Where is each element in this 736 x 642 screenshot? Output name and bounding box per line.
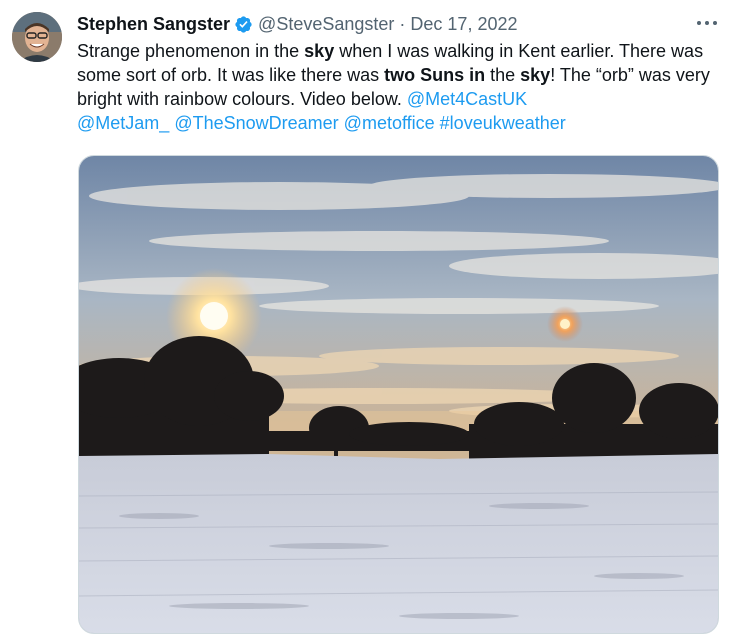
tweet: Stephen Sangster @SteveSangster · Dec 17… bbox=[0, 0, 736, 642]
highlight-sky: sky bbox=[520, 65, 551, 85]
more-options-icon bbox=[697, 21, 717, 25]
mention-metjam[interactable]: @MetJam_ bbox=[77, 113, 169, 133]
tweet-header: Stephen Sangster @SteveSangster · Dec 17… bbox=[77, 13, 517, 35]
highlight-two-suns-in: two Suns in bbox=[384, 65, 486, 85]
author-name[interactable]: Stephen Sangster bbox=[77, 14, 230, 35]
mention-met4castuk[interactable]: @Met4CastUK bbox=[407, 89, 527, 109]
verified-badge-icon[interactable] bbox=[234, 15, 253, 34]
author-handle[interactable]: @SteveSangster bbox=[258, 14, 394, 35]
tweet-date[interactable]: Dec 17, 2022 bbox=[410, 14, 517, 35]
hashtag-loveukweather[interactable]: #loveukweather bbox=[440, 113, 566, 133]
snowy-field-sky-photo bbox=[79, 156, 718, 633]
highlight-sky: sky bbox=[304, 41, 335, 61]
tweet-media[interactable] bbox=[78, 155, 719, 634]
tweet-text: Strange phenomenon in the sky when I was… bbox=[77, 39, 727, 135]
avatar[interactable] bbox=[12, 12, 62, 62]
tweet-text-part: the bbox=[485, 65, 521, 85]
tweet-text-part: Strange phenomenon in the bbox=[77, 41, 305, 61]
mention-thesnowdreamer[interactable]: @TheSnowDreamer bbox=[174, 113, 338, 133]
more-options-button[interactable] bbox=[694, 12, 720, 34]
separator-dot: · bbox=[399, 13, 406, 34]
avatar-photo bbox=[12, 12, 62, 62]
mention-metoffice[interactable]: @metoffice bbox=[344, 113, 435, 133]
